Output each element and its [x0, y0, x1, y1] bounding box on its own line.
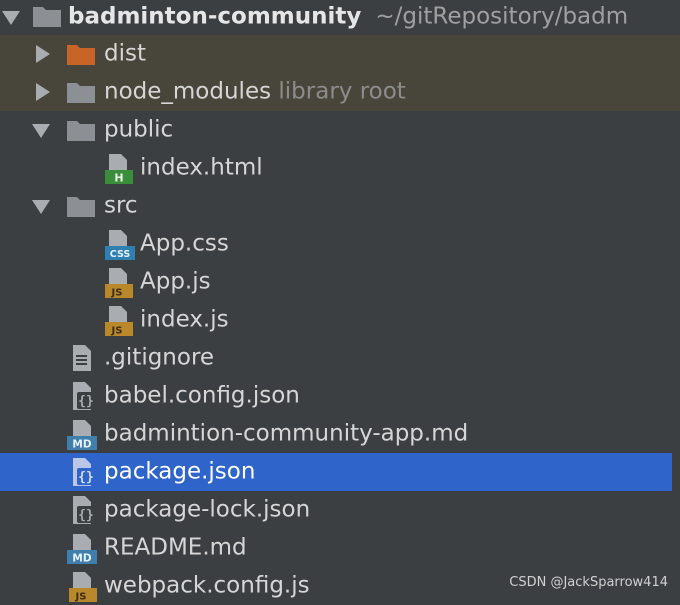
json-file-icon: {}	[73, 496, 95, 524]
expand-arrow-icon[interactable]	[32, 200, 50, 214]
tree-label-dist: dist	[104, 40, 146, 67]
json-file-icon: {}	[73, 458, 95, 486]
collapse-arrow-icon[interactable]	[36, 45, 50, 63]
tree-row-node-modules[interactable]: node_modules library root	[0, 73, 680, 111]
html-file-icon: H	[105, 154, 133, 185]
md-badge-text: MD	[72, 439, 91, 451]
js-file-icon: JS	[105, 268, 133, 299]
tree-row-index-html[interactable]: H index.html	[0, 149, 680, 187]
js-file-icon: JS	[69, 572, 97, 603]
folder-icon	[33, 7, 61, 27]
svg-text:{}: {}	[78, 508, 94, 523]
collapse-arrow-icon[interactable]	[36, 83, 50, 101]
tree-label-index-html: index.html	[140, 154, 263, 181]
js-badge-text: JS	[111, 288, 123, 299]
project-tree: badminton-community ~/gitRepository/badm …	[0, 0, 680, 603]
tree-row-public[interactable]: public	[0, 111, 680, 149]
project-name: badminton-community	[68, 3, 362, 30]
tree-row-babel-config[interactable]: {} babel.config.json	[0, 377, 680, 415]
tree-row-app-md[interactable]: MD badmintion-community-app.md	[0, 415, 680, 453]
tree-label-package-json: package.json	[104, 458, 256, 485]
markdown-file-icon: MD	[67, 534, 97, 565]
tree-label-babel-config: babel.config.json	[104, 382, 300, 409]
tree-row-project-root[interactable]: badminton-community ~/gitRepository/badm	[0, 0, 680, 36]
tree-label-app-css: App.css	[140, 230, 229, 257]
css-badge-text: CSS	[110, 249, 131, 260]
svg-text:{}: {}	[78, 470, 94, 485]
folder-icon	[67, 197, 95, 217]
expand-arrow-icon[interactable]	[2, 11, 20, 25]
css-file-icon: CSS	[105, 230, 135, 260]
tree-row-package-json[interactable]: {} package.json	[0, 453, 672, 491]
tree-label-node-modules: node_modules library root	[104, 78, 406, 105]
tree-row-index-js[interactable]: JS index.js	[0, 301, 680, 339]
tree-label-gitignore: .gitignore	[104, 344, 215, 371]
project-path: ~/gitRepository/badm	[375, 3, 629, 30]
tree-row-app-css[interactable]: CSS App.css	[0, 225, 680, 263]
tree-row-app-js[interactable]: JS App.js	[0, 263, 680, 301]
tree-row-package-lock[interactable]: {} package-lock.json	[0, 491, 680, 529]
js-badge-text: JS	[75, 592, 87, 603]
tree-label-index-js: index.js	[140, 306, 229, 333]
library-root-hint: library root	[278, 78, 406, 105]
tree-label-webpack-config: webpack.config.js	[104, 572, 310, 599]
md-badge-text: MD	[72, 553, 91, 565]
markdown-file-icon: MD	[67, 420, 97, 451]
node-modules-name: node_modules	[104, 78, 272, 105]
tree-label-app-md: badmintion-community-app.md	[104, 420, 469, 447]
tree-label-readme: README.md	[104, 534, 247, 561]
js-file-icon: JS	[105, 306, 133, 337]
tree-row-src[interactable]: src	[0, 187, 680, 225]
tree-row-readme[interactable]: MD README.md	[0, 529, 680, 567]
tree-label-public: public	[104, 116, 174, 143]
tree-row-gitignore[interactable]: .gitignore	[0, 339, 680, 377]
excluded-folder-icon	[67, 45, 95, 65]
tree-label-app-js: App.js	[140, 268, 211, 295]
json-file-icon: {}	[73, 382, 95, 410]
html-badge-text: H	[114, 172, 123, 185]
project-root-label: badminton-community ~/gitRepository/badm	[68, 3, 629, 30]
tree-label-package-lock: package-lock.json	[104, 496, 311, 523]
watermark-text: CSDN @JackSparrow414	[509, 575, 668, 590]
folder-icon	[67, 121, 95, 141]
tree-label-src: src	[104, 192, 138, 219]
svg-text:{}: {}	[78, 394, 94, 409]
expand-arrow-icon[interactable]	[32, 124, 50, 138]
folder-icon	[67, 83, 95, 103]
text-file-icon	[73, 345, 91, 371]
js-badge-text: JS	[111, 326, 123, 337]
tree-row-dist[interactable]: dist	[0, 35, 680, 73]
